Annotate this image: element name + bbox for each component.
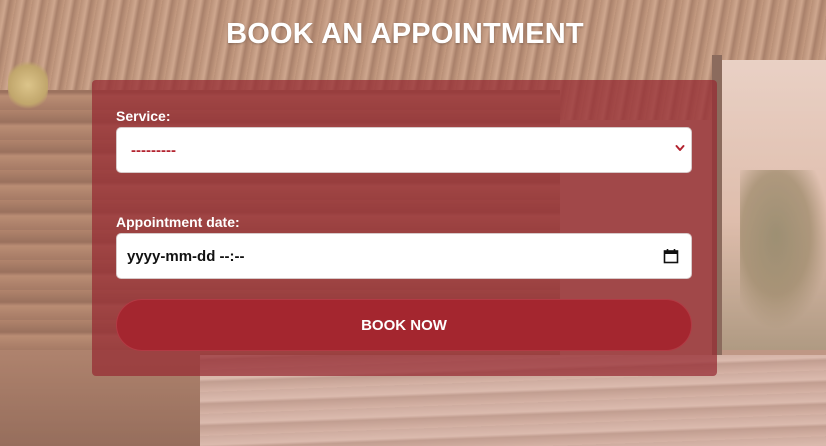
appointment-form: Service: --------- Appointment date: yyy… [92, 80, 717, 376]
page-title: BOOK AN APPOINTMENT [226, 18, 584, 50]
appointment-date-label: Appointment date: [116, 214, 240, 230]
service-label: Service: [116, 108, 171, 124]
calendar-icon[interactable] [663, 248, 679, 264]
appointment-date-input[interactable]: yyyy-mm-dd --:-- [116, 233, 692, 279]
service-select-value: --------- [131, 142, 176, 159]
chevron-down-icon [675, 145, 685, 151]
book-now-button[interactable]: BOOK NOW [116, 299, 692, 351]
appointment-date-value: yyyy-mm-dd --:-- [127, 248, 245, 265]
service-select[interactable]: --------- [116, 127, 692, 173]
